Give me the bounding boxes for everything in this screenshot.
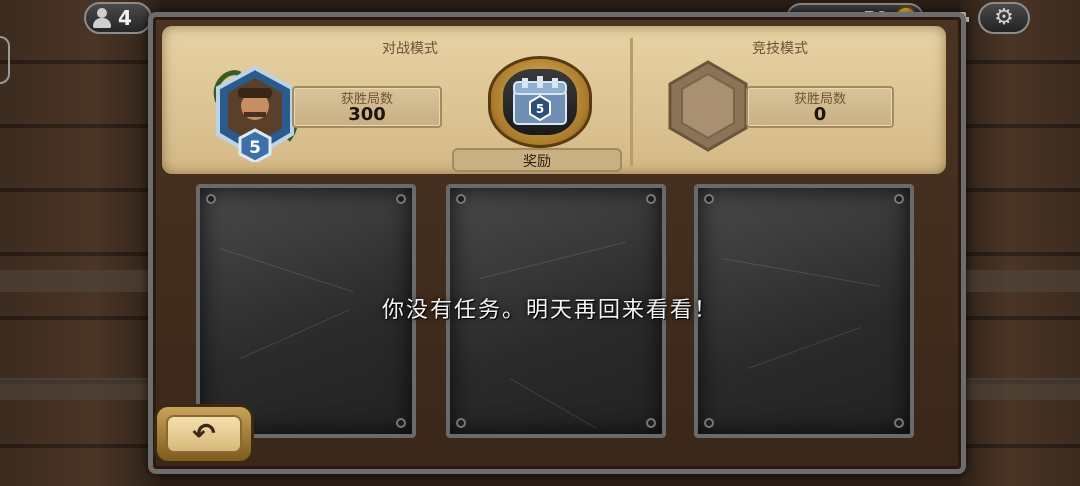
standard-mode-title: 对战模式 <box>382 41 438 57</box>
reward-chest[interactable]: 5 <box>488 56 592 148</box>
gear-icon: ⚙ <box>994 5 1014 30</box>
settings-button[interactable]: ⚙ <box>978 2 1030 34</box>
background-wall-right <box>960 0 1080 486</box>
arena-wins-value: 0 <box>813 104 827 125</box>
rank-number: 5 <box>249 138 261 158</box>
arena-mode-title: 竞技模式 <box>752 41 808 57</box>
friends-count: 4 <box>118 6 132 30</box>
back-button[interactable]: ↶ <box>154 404 254 464</box>
chest-icon: 5 <box>513 76 567 125</box>
standard-wins-value: 300 <box>348 104 386 125</box>
chest-rank-number: 5 <box>536 102 544 116</box>
rank-medal-icon: 5 <box>213 65 300 162</box>
panel-divider <box>630 38 633 166</box>
reward-label: 奖励 <box>523 154 551 170</box>
no-quests-message: 你没有任务。明天再回来看看！ <box>381 298 718 323</box>
friends-button[interactable]: 4 <box>84 2 152 34</box>
person-icon <box>92 7 112 29</box>
back-arrow-icon: ↶ <box>192 417 216 450</box>
left-edge-tab <box>0 36 10 84</box>
background-wall-left <box>0 0 160 486</box>
arena-key-empty-icon <box>668 60 748 152</box>
